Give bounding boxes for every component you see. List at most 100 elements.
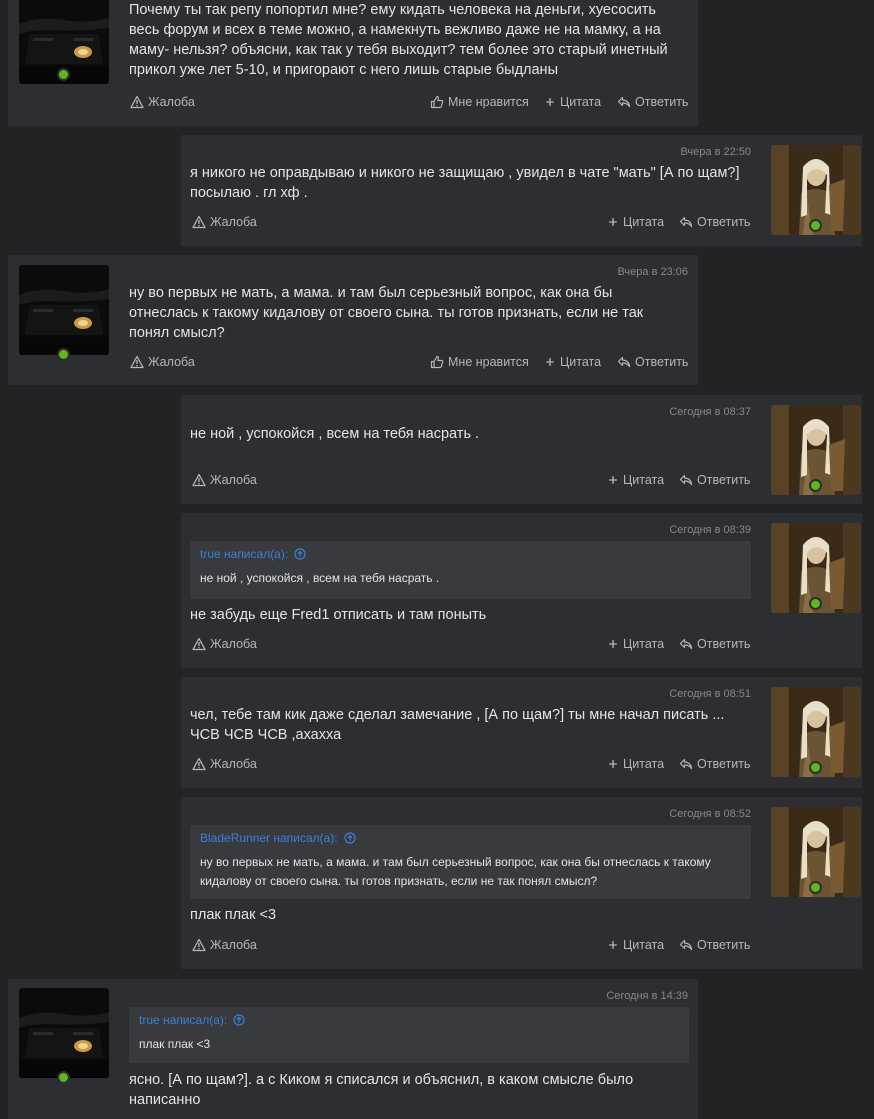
- like-button[interactable]: Мне нравится: [430, 95, 529, 109]
- reply-icon: [617, 355, 631, 369]
- quote-button[interactable]: Цитата: [544, 355, 601, 369]
- post: Вчера в 23:06 ну во первых не мать, а ма…: [8, 255, 698, 385]
- quote-label: Цитата: [623, 637, 665, 651]
- report-label: Жалоба: [210, 215, 257, 229]
- quote-button[interactable]: Цитата: [607, 215, 664, 229]
- arrow-up-circle-icon[interactable]: [294, 548, 306, 560]
- quote-label: Цитата: [623, 215, 665, 229]
- online-indicator: [57, 1071, 70, 1084]
- warning-icon: [130, 95, 144, 109]
- reply-label: Ответить: [635, 355, 689, 369]
- arrow-up-circle-icon[interactable]: [344, 832, 356, 844]
- post-date[interactable]: Вчера в 22:50: [680, 146, 751, 158]
- reply-button[interactable]: Ответить: [679, 938, 750, 952]
- report-button[interactable]: Жалоба: [192, 757, 257, 771]
- plus-icon: [607, 474, 619, 486]
- post: Сегодня в 14:39 true написал(а): плак пл…: [8, 979, 698, 1119]
- reply-icon: [617, 95, 631, 109]
- post: Сегодня в 08:52 BladeRunner написал(а): …: [181, 797, 862, 969]
- post-actions: Жалоба Цитата Ответить: [181, 757, 862, 777]
- post-text: Почему ты так репу попортил мне? ему кид…: [129, 2, 668, 78]
- reply-icon: [679, 637, 693, 651]
- plus-icon: [607, 758, 619, 770]
- reply-button[interactable]: Ответить: [617, 355, 688, 369]
- post-date[interactable]: Сегодня в 08:52: [669, 808, 751, 820]
- quote-button[interactable]: Цитата: [544, 95, 601, 109]
- reply-button[interactable]: Ответить: [679, 473, 750, 487]
- quote-author[interactable]: true написал(а):: [200, 547, 741, 561]
- report-label: Жалоба: [148, 355, 195, 369]
- post-date[interactable]: Сегодня в 08:39: [669, 524, 751, 536]
- post-actions: Жалоба Мне нравится Цитата Ответить: [8, 95, 698, 115]
- reply-label: Ответить: [697, 938, 751, 952]
- warning-icon: [192, 215, 206, 229]
- report-button[interactable]: Жалоба: [192, 938, 257, 952]
- quote-author-name[interactable]: BladeRunner написал(а):: [200, 831, 338, 845]
- post-text: ну во первых не мать, а мама. и там был …: [129, 285, 644, 341]
- reply-label: Ответить: [697, 637, 751, 651]
- reply-label: Ответить: [697, 473, 751, 487]
- online-indicator: [57, 68, 70, 81]
- report-button[interactable]: Жалоба: [192, 637, 257, 651]
- report-button[interactable]: Жалоба: [192, 215, 257, 229]
- report-label: Жалоба: [148, 95, 195, 109]
- quote-author-name[interactable]: true написал(а):: [200, 547, 288, 561]
- quote-button[interactable]: Цитата: [607, 757, 664, 771]
- report-label: Жалоба: [210, 637, 257, 651]
- arrow-up-circle-icon[interactable]: [233, 1014, 245, 1026]
- plus-icon: [607, 939, 619, 951]
- reply-button[interactable]: Ответить: [617, 95, 688, 109]
- warning-icon: [192, 757, 206, 771]
- post-text: ясно. [А по щам?]. а с Киком я списался …: [129, 1072, 634, 1108]
- avatar[interactable]: [19, 988, 109, 1078]
- reply-label: Ответить: [697, 757, 751, 771]
- online-indicator: [809, 881, 822, 894]
- report-label: Жалоба: [210, 938, 257, 952]
- post: Сегодня в 08:51 чел, тебе там кик даже с…: [181, 677, 862, 788]
- post-actions: Жалоба Цитата Ответить: [181, 637, 862, 657]
- post-text: плак плак <3: [190, 907, 277, 923]
- report-button[interactable]: Жалоба: [192, 473, 257, 487]
- report-label: Жалоба: [210, 757, 257, 771]
- reply-button[interactable]: Ответить: [679, 637, 750, 651]
- reply-label: Ответить: [697, 215, 751, 229]
- post: Почему ты так репу попортил мне? ему кид…: [8, 0, 698, 126]
- post-date[interactable]: Сегодня в 08:37: [669, 406, 751, 418]
- warning-icon: [192, 473, 206, 487]
- quote-text: плак плак <3: [139, 1037, 211, 1051]
- plus-icon: [544, 96, 556, 108]
- post-text: не забудь еще Fred1 отписать и там поныт…: [190, 607, 487, 623]
- report-button[interactable]: Жалоба: [130, 355, 195, 369]
- reply-button[interactable]: Ответить: [679, 757, 750, 771]
- post-actions: Жалоба Цитата Ответить: [181, 473, 862, 493]
- quote-text: ну во первых не мать, а мама. и там был …: [200, 855, 711, 888]
- quote-author[interactable]: BladeRunner написал(а):: [200, 831, 741, 845]
- report-button[interactable]: Жалоба: [130, 95, 195, 109]
- warning-icon: [192, 938, 206, 952]
- quote-button[interactable]: Цитата: [607, 938, 664, 952]
- quote-block: true написал(а): не ной , успокойся , вс…: [190, 541, 751, 599]
- quote-block: BladeRunner написал(а): ну во первых не …: [190, 825, 751, 899]
- quote-author-name[interactable]: true написал(а):: [139, 1013, 227, 1027]
- post-text: чел, тебе там кик даже сделал замечание …: [190, 707, 725, 743]
- reply-label: Ответить: [635, 95, 689, 109]
- quote-label: Цитата: [623, 473, 665, 487]
- like-button[interactable]: Мне нравится: [430, 355, 529, 369]
- quote-author[interactable]: true написал(а):: [139, 1013, 679, 1027]
- warning-icon: [192, 637, 206, 651]
- reply-button[interactable]: Ответить: [679, 215, 750, 229]
- plus-icon: [607, 638, 619, 650]
- post-actions: Жалоба Цитата Ответить: [181, 938, 862, 958]
- quote-button[interactable]: Цитата: [607, 473, 664, 487]
- quote-button[interactable]: Цитата: [607, 637, 664, 651]
- post-date[interactable]: Вчера в 23:06: [617, 266, 688, 278]
- post-date[interactable]: Сегодня в 14:39: [606, 990, 688, 1002]
- plus-icon: [607, 216, 619, 228]
- post: Сегодня в 08:37 не ной , успокойся , все…: [181, 395, 862, 504]
- post-text: не ной , успокойся , всем на тебя насрат…: [190, 426, 480, 442]
- avatar[interactable]: [19, 265, 109, 355]
- like-label: Мне нравится: [448, 95, 529, 109]
- post-date[interactable]: Сегодня в 08:51: [669, 688, 751, 700]
- post-text: я никого не оправдываю и никого не защищ…: [190, 165, 740, 201]
- warning-icon: [130, 355, 144, 369]
